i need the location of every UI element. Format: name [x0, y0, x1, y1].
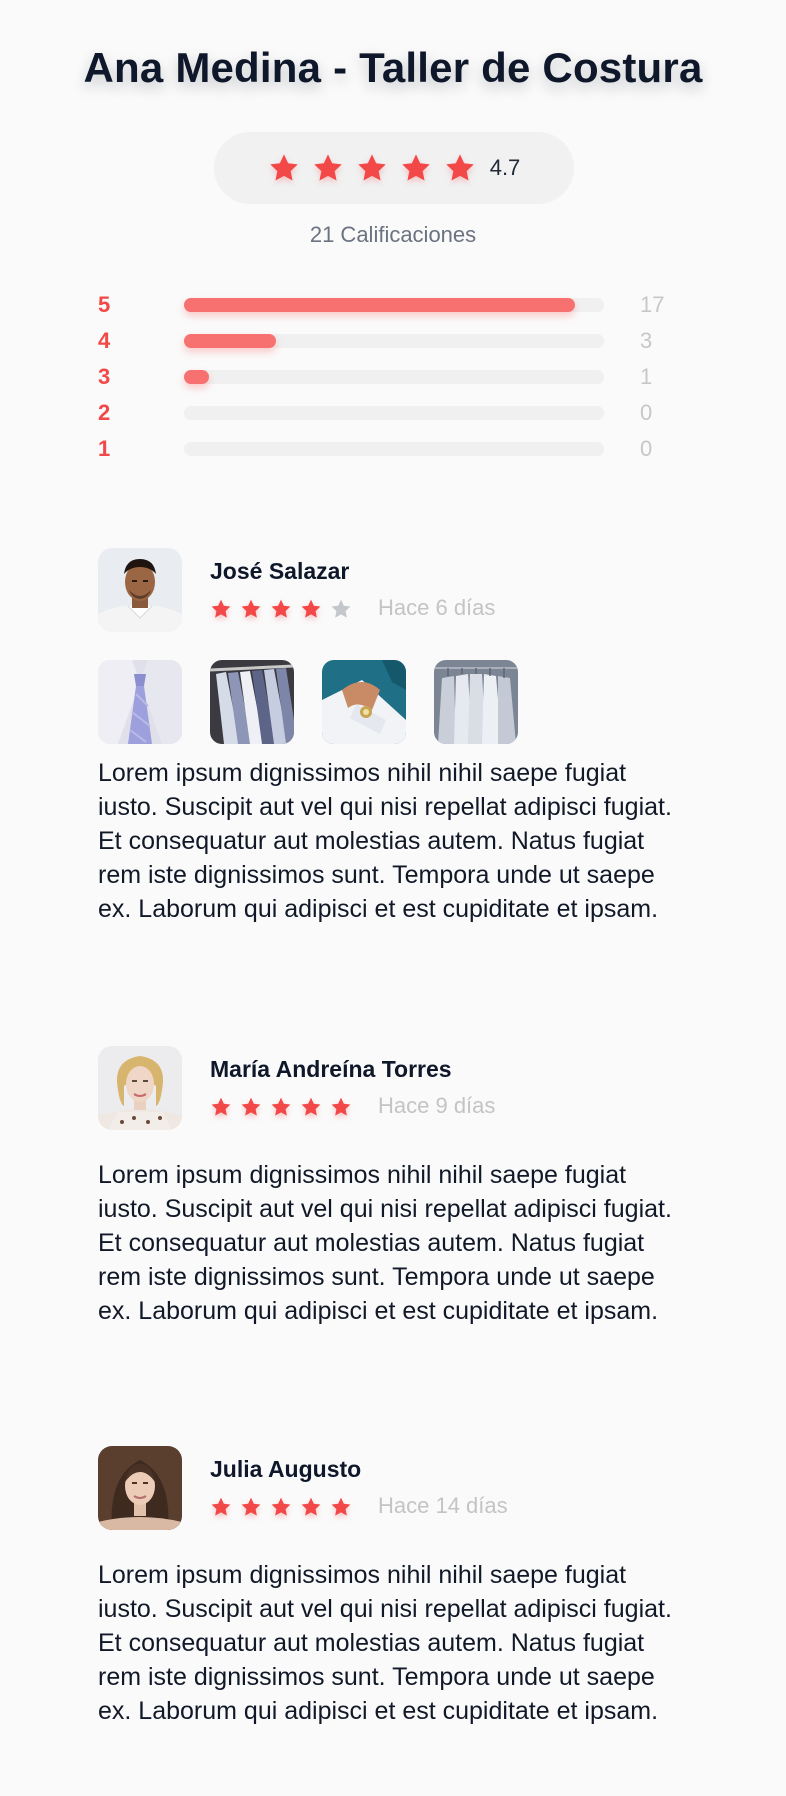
reviewer-name: José Salazar: [210, 558, 350, 584]
star-icon: [356, 152, 388, 184]
distribution-bar-fill: [184, 370, 210, 384]
review-photos: [98, 660, 546, 744]
rating-distribution: 5 17 4 3 3 1 2 0 1 0: [98, 292, 698, 472]
shirts-rack-photo[interactable]: [210, 660, 294, 744]
star-icon: [400, 152, 432, 184]
star-icon: [240, 598, 262, 620]
review-card: José Salazar Hace 6 días Lorem ipsum dig…: [98, 548, 688, 968]
distribution-row: 1 0: [98, 436, 698, 472]
star-icon: [312, 152, 344, 184]
star-icon: [270, 1496, 292, 1518]
review-stars: [210, 598, 360, 620]
distribution-bar-track: [184, 334, 604, 348]
average-rating-pill: 4.7: [214, 132, 574, 204]
average-stars: [268, 152, 488, 184]
distribution-bar-fill: [184, 298, 575, 312]
star-icon: [210, 1496, 232, 1518]
distribution-count: 3: [640, 328, 653, 353]
review-date: Hace 14 días: [378, 1493, 508, 1518]
star-icon: [240, 1496, 262, 1518]
star-icon: [210, 598, 232, 620]
average-rating-value: 4.7: [489, 155, 521, 180]
distribution-count: 0: [640, 400, 653, 425]
review-text: Lorem ipsum dignissimos nihil nihil saep…: [98, 1161, 672, 1325]
distribution-count: 0: [640, 436, 653, 461]
star-icon: [240, 1096, 262, 1118]
distribution-star-label: 3: [98, 364, 111, 389]
shirts-hanger-photo[interactable]: [434, 660, 518, 744]
distribution-row: 5 17: [98, 292, 698, 328]
review-stars: [210, 1096, 360, 1118]
distribution-row: 4 3: [98, 328, 698, 364]
reviewer-name: Julia Augusto: [210, 1456, 362, 1482]
distribution-bar-track: [184, 442, 604, 456]
distribution-star-label: 2: [98, 400, 111, 425]
distribution-star-label: 1: [98, 436, 111, 461]
star-icon: [330, 1496, 352, 1518]
distribution-star-label: 4: [98, 328, 111, 353]
review-date: Hace 6 días: [378, 595, 496, 620]
star-icon: [270, 598, 292, 620]
star-icon: [330, 598, 352, 620]
review-stars: [210, 1496, 360, 1518]
avatar[interactable]: [98, 1046, 182, 1130]
distribution-bar-track: [184, 370, 604, 384]
review-text: Lorem ipsum dignissimos nihil nihil saep…: [98, 759, 672, 923]
star-icon: [300, 598, 322, 620]
cufflink-photo[interactable]: [322, 660, 406, 744]
shirt-tie-photo[interactable]: [98, 660, 182, 744]
distribution-bar-fill: [184, 334, 277, 348]
review-card: Julia Augusto Hace 14 días Lorem ipsum d…: [98, 1446, 688, 1766]
star-icon: [444, 152, 476, 184]
star-icon: [270, 1096, 292, 1118]
star-icon: [330, 1096, 352, 1118]
distribution-row: 3 1: [98, 364, 698, 400]
review-text: Lorem ipsum dignissimos nihil nihil saep…: [98, 1561, 672, 1725]
star-icon: [300, 1096, 322, 1118]
distribution-bar-track: [184, 406, 604, 420]
distribution-row: 2 0: [98, 400, 698, 436]
ratings-count: 21 Calificaciones: [309, 222, 477, 247]
page-title: Ana Medina - Taller de Costura: [83, 44, 703, 91]
star-icon: [300, 1496, 322, 1518]
review-date: Hace 9 días: [378, 1093, 496, 1118]
distribution-count: 1: [640, 364, 653, 389]
star-icon: [210, 1096, 232, 1118]
distribution-bar-track: [184, 298, 604, 312]
review-card: María Andreína Torres Hace 9 días Lorem …: [98, 1046, 688, 1366]
reviews-page: Ana Medina - Taller de Costura 4.7 21 Ca…: [0, 0, 786, 1796]
avatar[interactable]: [98, 1446, 182, 1530]
avatar[interactable]: [98, 548, 182, 632]
distribution-star-label: 5: [98, 292, 111, 317]
star-icon: [268, 152, 300, 184]
reviewer-name: María Andreína Torres: [210, 1056, 452, 1082]
distribution-count: 17: [640, 292, 665, 317]
